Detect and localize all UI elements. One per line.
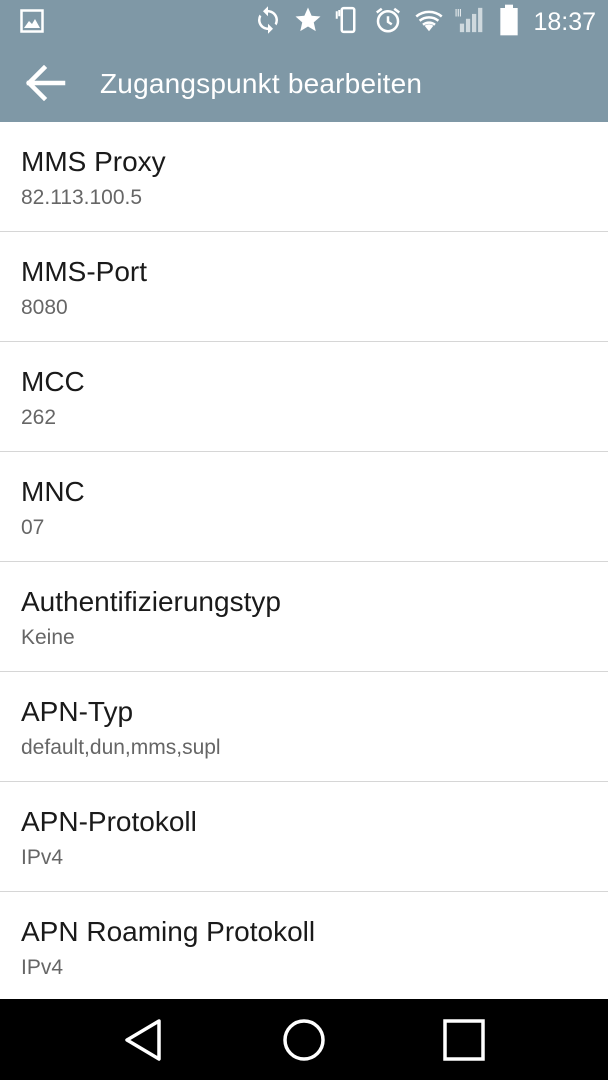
setting-value: 8080 [21, 296, 68, 319]
setting-mms-port[interactable]: MMS-Port 8080 [0, 232, 608, 342]
setting-value: 82.113.100.5 [21, 186, 143, 209]
arrow-back-icon[interactable] [25, 64, 66, 102]
vibrate-icon [333, 5, 363, 40]
setting-auth-type[interactable]: Authentifizierungstyp Keine [0, 562, 608, 672]
signal-icon: lll [455, 5, 489, 40]
setting-value: 07 [21, 516, 45, 539]
setting-label: MNC [21, 476, 85, 507]
svg-text:lll: lll [455, 8, 461, 19]
setting-value: Keine [21, 626, 75, 649]
status-time: 18:37 [533, 7, 596, 36]
setting-value: IPv4 [21, 846, 64, 869]
battery-icon [499, 4, 519, 41]
wifi-icon [413, 5, 445, 40]
setting-label: APN Roaming Protokoll [21, 916, 316, 947]
setting-label: MCC [21, 366, 85, 397]
setting-label: MMS Proxy [21, 146, 166, 177]
setting-value: default,dun,mms,supl [21, 736, 221, 759]
sync-icon [253, 5, 283, 40]
status-icons: lll 18:37 [253, 0, 596, 44]
home-circle-icon[interactable] [281, 1017, 327, 1063]
image-icon [20, 9, 44, 38]
setting-apn-type[interactable]: APN-Typ default,dun,mms,supl [0, 672, 608, 782]
setting-label: MMS-Port [21, 256, 147, 287]
page-title: Zugangspunkt bearbeiten [100, 68, 423, 99]
setting-mnc[interactable]: MNC 07 [0, 452, 608, 562]
setting-mcc[interactable]: MCC 262 [0, 342, 608, 452]
alarm-icon [373, 5, 403, 40]
setting-value: 262 [21, 406, 57, 429]
setting-label: APN-Typ [21, 696, 134, 727]
back-triangle-icon[interactable] [121, 1017, 167, 1063]
navigation-bar [0, 999, 608, 1080]
app-bar: Zugangspunkt bearbeiten [0, 44, 608, 122]
setting-mms-proxy[interactable]: MMS Proxy 82.113.100.5 [0, 122, 608, 232]
star-icon [293, 5, 323, 40]
recents-square-icon[interactable] [441, 1017, 487, 1063]
setting-apn-protocol[interactable]: APN-Protokoll IPv4 [0, 782, 608, 892]
setting-label: Authentifizierungstyp [21, 586, 281, 617]
apn-settings-list: MMS Proxy 82.113.100.5 MMS-Port 8080 MCC… [0, 122, 608, 1001]
status-bar: lll 18:37 [0, 0, 608, 44]
setting-value: IPv4 [21, 956, 64, 979]
setting-label: APN-Protokoll [21, 806, 197, 837]
setting-apn-roaming-protocol[interactable]: APN Roaming Protokoll IPv4 [0, 892, 608, 1001]
